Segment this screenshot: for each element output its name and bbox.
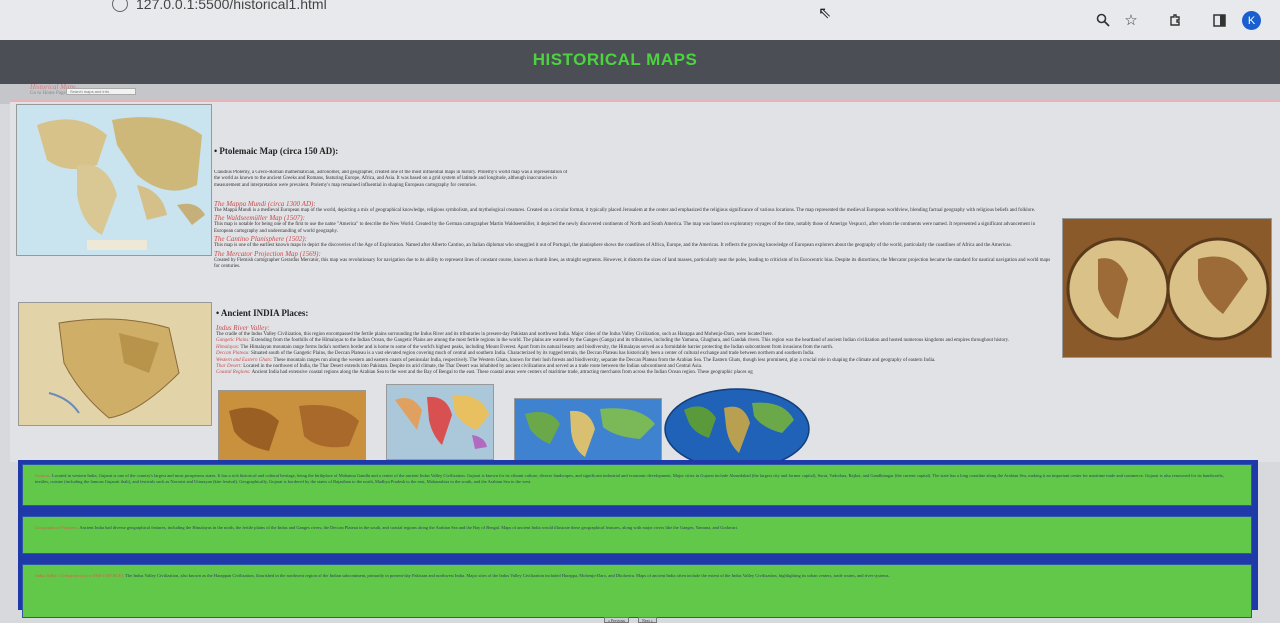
gallery-map-3 <box>514 398 662 468</box>
waldseemuller-text: This map is notable for being one of the… <box>214 222 1036 234</box>
deccan-label: Deccan Plateau: <box>216 351 250 357</box>
mercator-title: The Mercator Projection Map (1569): <box>214 249 321 258</box>
indus-title: Indus River Valley: <box>216 324 270 332</box>
waldseemuller-title: The Waldseemüller Map (1507): <box>214 214 305 223</box>
cantino-text: This map is one of the earliest known ma… <box>214 243 1012 249</box>
indus-civ-title: Indus Valley Civilization (circa 3300-13… <box>35 573 125 578</box>
page-header: HISTORICAL MAPS <box>0 40 1280 84</box>
extensions-icon[interactable] <box>1164 9 1186 31</box>
gallery-map-2 <box>386 384 494 460</box>
medieval-maps-block: The Mappa Mundi (circa 1300 AD): The Map… <box>214 200 1054 292</box>
coastal-label: Coastal Regions: <box>216 370 251 376</box>
browser-toolbar: 127.0.0.1:5500/historical1.html ⇖ ☆ K <box>0 0 1280 40</box>
deccan-text: Situated south of the Gangetic Plains, t… <box>251 351 815 357</box>
thar-text: Located in the northwest of India, the T… <box>243 364 703 370</box>
mercator-text: Created by Flemish cartographer Gerardus… <box>214 257 1051 270</box>
search-input[interactable] <box>66 88 136 95</box>
indus-text: The cradle of the Indus Valley Civilizat… <box>216 332 774 337</box>
gallery-map-1 <box>218 390 366 466</box>
profile-avatar[interactable]: K <box>1242 11 1261 30</box>
bookmark-star-icon[interactable]: ☆ <box>1120 9 1142 31</box>
geography-text: Ancient India had diverse geographical f… <box>79 525 739 530</box>
ptolemaic-text: Claudius Ptolemy, a Greco-Roman mathemat… <box>214 170 568 188</box>
info-box-indus: Indus Valley Civilization (circa 3300-13… <box>22 564 1252 618</box>
mappa-mundi-text: The Mappa Mundi is a medieval European m… <box>214 208 1036 213</box>
himalayas-text: The Himalayan mountain range forms India… <box>240 344 834 350</box>
site-info-icon[interactable] <box>112 0 128 12</box>
gujarat-text: Located in western India, Gujarat is one… <box>35 473 1224 484</box>
gangetic-text: Extending from the foothills of the Hima… <box>251 338 1010 344</box>
sidepanel-icon[interactable] <box>1208 9 1230 31</box>
page-title: HISTORICAL MAPS <box>532 50 698 69</box>
india-heading: • Ancient INDIA Places: <box>216 308 309 318</box>
ptolemaic-heading: • Ptolemaic Map (circa 150 AD): <box>214 146 339 156</box>
gujarat-title: Gujarat: <box>35 473 51 478</box>
next-button[interactable]: Next » <box>638 617 657 623</box>
indus-civ-text: The Indus Valley Civilization, also know… <box>125 573 890 578</box>
web-page: HISTORICAL MAPS Historical Maps Go to Ho… <box>0 40 1280 623</box>
cantino-title: The Cantino Planisphere (1502): <box>214 235 307 244</box>
ghats-text: These mountain ranges run along the west… <box>273 357 936 363</box>
nav-home-label[interactable]: Go to Home Page <box>30 91 66 96</box>
ancient-india-map-image <box>18 302 212 426</box>
info-box-geography: Geographical Features: Ancient India had… <box>22 516 1252 554</box>
ptolemaic-map-image <box>16 104 212 256</box>
himalayas-label: Himalayas: <box>216 344 240 350</box>
previous-button[interactable]: « Previous <box>604 617 629 623</box>
zoom-icon[interactable] <box>1092 9 1114 31</box>
thar-label: Thar Desert: <box>216 364 242 370</box>
geography-title: Geographical Features: <box>35 525 79 530</box>
gangetic-label: Gangetic Plains: <box>216 338 251 344</box>
info-box-gujarat: Gujarat: Located in western India, Gujar… <box>22 464 1252 506</box>
ghats-label: Western and Eastern Ghats: <box>216 357 273 363</box>
address-bar[interactable]: 127.0.0.1:5500/historical1.html <box>136 0 327 12</box>
mouse-cursor-icon: ⇖ <box>818 3 832 22</box>
coastal-text: Ancient India had extensive coastal regi… <box>251 370 753 376</box>
gallery-map-4 <box>664 388 810 470</box>
mappa-mundi-title: The Mappa Mundi (circa 1300 AD): <box>214 200 316 208</box>
